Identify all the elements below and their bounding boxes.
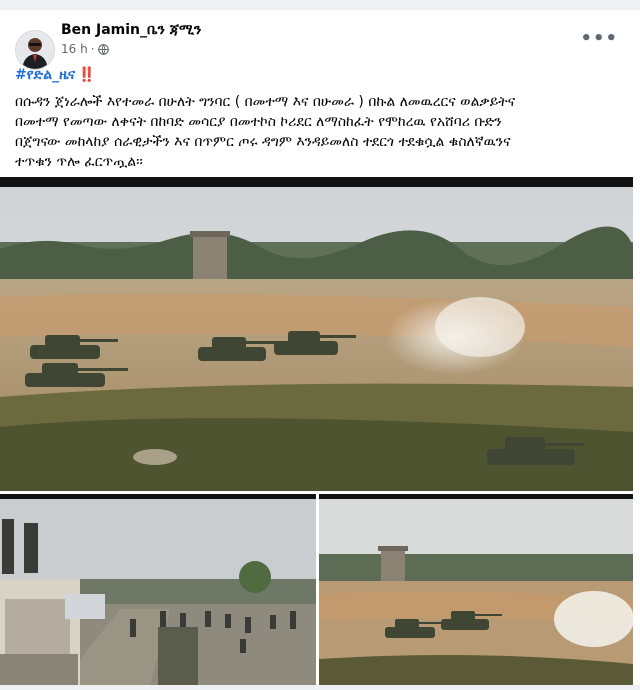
post-text-line: በመተማ የመጣው ለቀናት በከባድ መሳርያ በመተኮስ ኮሪደር ለማስከ…	[15, 114, 502, 130]
tanks-field-image	[0, 187, 633, 491]
avatar-image	[16, 31, 54, 69]
hashtag-text[interactable]: #የድል_ዜና	[15, 67, 75, 83]
double-exclamation-icon: ‼️	[78, 67, 96, 83]
post-time[interactable]: 16 h	[61, 42, 88, 56]
post-text-line: በጀግናው መከላከያ ሰራዊታችን እና በጥምር ጦሩ ዳግም እንዳይመለ…	[15, 134, 511, 150]
globe-icon	[97, 43, 109, 55]
post-body: በሱዳን ጀነራሎች እየተመራ በሁለት ግንባር ( በመተማ እና በሁመ…	[15, 92, 627, 172]
post-text-line: በሱዳን ጀነራሎች እየተመራ በሁለት ግንባር ( በመተማ እና በሁመ…	[15, 94, 516, 110]
author-name[interactable]: Ben Jamin_ቤን ጃሚን	[61, 22, 201, 38]
bottom-left-photo[interactable]	[0, 494, 316, 690]
troops-vehicles-image	[0, 499, 316, 685]
avatar[interactable]	[15, 30, 55, 70]
post-card: Ben Jamin_ቤን ጃሚን 16 h · ••• #የድል_ዜና ‼️ በ…	[0, 10, 640, 685]
separator-dot: ·	[90, 42, 95, 56]
more-options-icon[interactable]: •••	[580, 28, 618, 49]
hashtag-link[interactable]: #የድል_ዜና ‼️	[15, 67, 96, 83]
post-text-line: ተጥቁን ጥሎ ፈርጥጧል፡፡	[15, 154, 143, 170]
tanks-closeup-image	[319, 499, 633, 685]
post-meta: 16 h ·	[61, 42, 109, 56]
main-photo[interactable]	[0, 177, 633, 501]
bottom-right-photo[interactable]	[319, 494, 633, 690]
